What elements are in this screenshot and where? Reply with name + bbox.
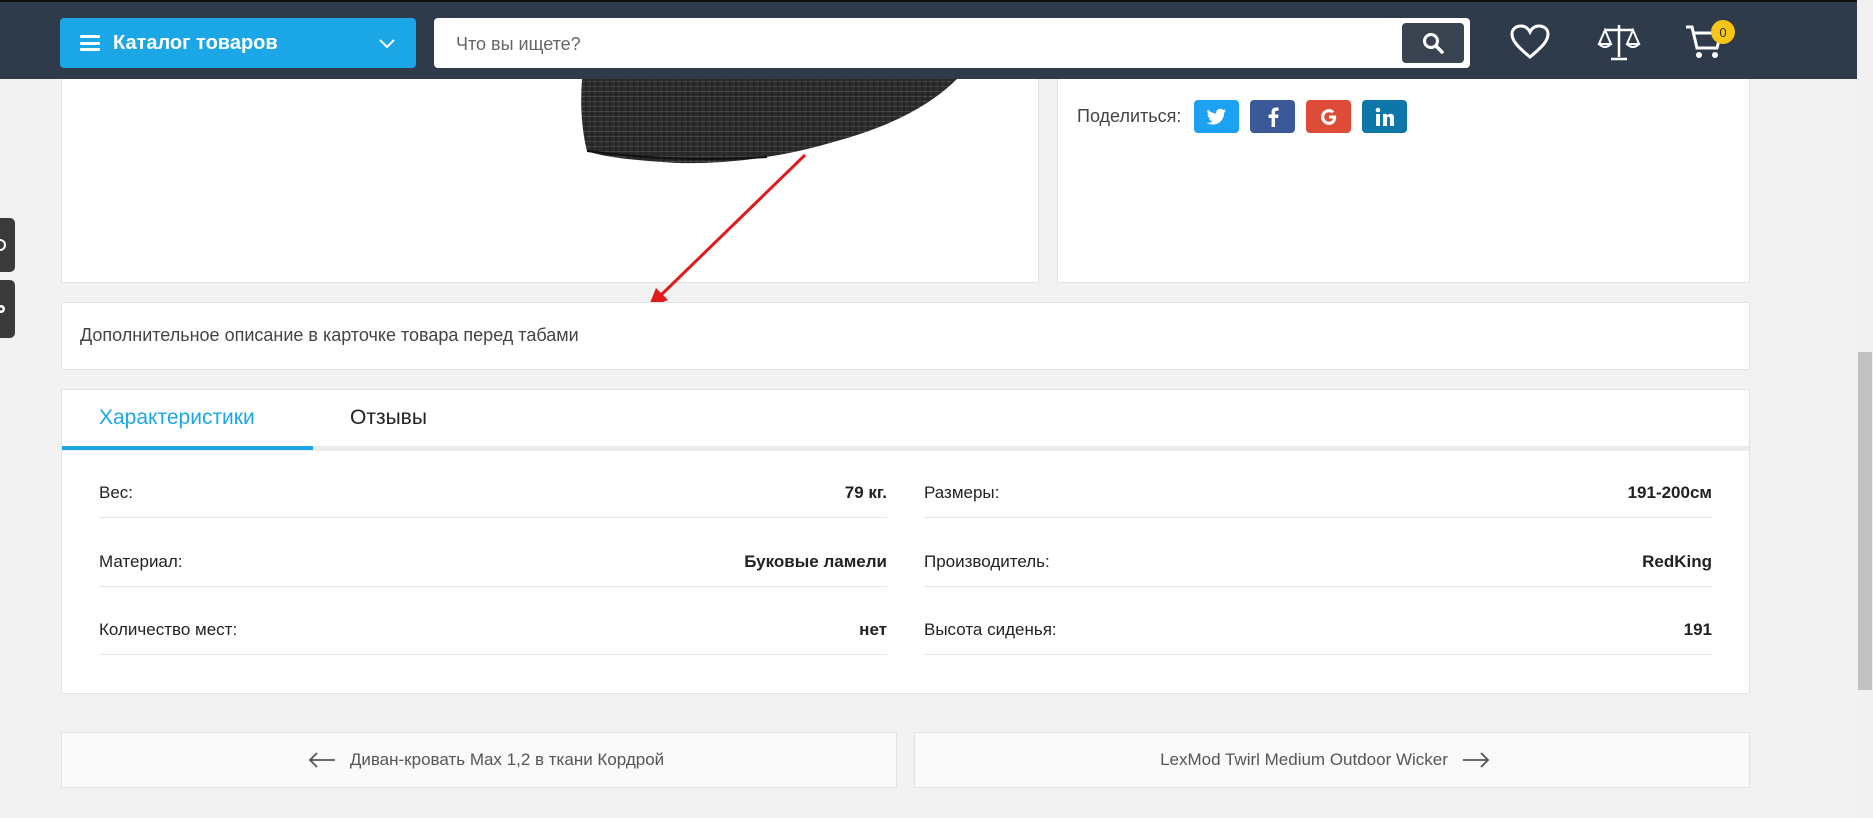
extra-description-text: Дополнительное описание в карточке товар… bbox=[80, 325, 579, 345]
search-button[interactable] bbox=[1402, 23, 1464, 63]
spec-value: 191 bbox=[1683, 620, 1712, 639]
spec-name: Количество мест: bbox=[99, 620, 238, 639]
spec-row-divider bbox=[99, 586, 887, 587]
annotation-arrow bbox=[648, 153, 807, 308]
spec-row-divider bbox=[99, 654, 887, 655]
arrow-left-icon bbox=[308, 752, 335, 768]
gear-icon bbox=[0, 305, 5, 313]
tab-characteristics[interactable]: Характеристики bbox=[99, 406, 255, 430]
catalog-button[interactable]: Каталог товаров bbox=[60, 18, 416, 68]
product-image-card bbox=[61, 79, 1039, 283]
search-icon bbox=[1423, 33, 1444, 54]
search-input[interactable] bbox=[454, 18, 1358, 70]
linkedin-share-button[interactable] bbox=[1362, 100, 1407, 133]
linkedin-icon bbox=[1375, 107, 1394, 126]
cart-count-badge: 0 bbox=[1711, 20, 1735, 44]
spec-value: 191-200см bbox=[1627, 483, 1712, 502]
spec-name: Высота сиденья: bbox=[924, 620, 1057, 639]
facebook-share-button[interactable] bbox=[1250, 100, 1295, 133]
twitter-icon bbox=[1206, 108, 1226, 125]
compare-scales-icon[interactable] bbox=[1597, 22, 1641, 62]
share-label: Поделиться: bbox=[1077, 106, 1182, 126]
spec-value: RedKing bbox=[1642, 552, 1712, 571]
spec-name: Размеры: bbox=[924, 483, 1000, 502]
page-scrollbar[interactable] bbox=[1857, 0, 1873, 818]
prev-product-link[interactable]: Диван-кровать Max 1,2 в ткани Кордрой bbox=[61, 732, 897, 788]
menu-icon bbox=[80, 35, 100, 51]
spec-value: нет bbox=[859, 620, 887, 639]
spec-name: Производитель: bbox=[924, 552, 1050, 571]
tabs-card bbox=[61, 389, 1750, 694]
side-widget-tab[interactable] bbox=[0, 218, 15, 272]
spec-name: Материал: bbox=[99, 552, 183, 571]
spec-value: Буковые ламели bbox=[744, 552, 887, 571]
chevron-down-icon bbox=[379, 39, 395, 49]
heart-icon[interactable] bbox=[1510, 24, 1550, 60]
tab-reviews[interactable]: Отзывы bbox=[350, 406, 427, 430]
spec-value: 79 кг. bbox=[844, 483, 887, 502]
spec-row-divider bbox=[924, 586, 1712, 587]
spec-row-divider bbox=[99, 517, 887, 518]
prev-product-title: Диван-кровать Max 1,2 в ткани Кордрой bbox=[349, 750, 665, 769]
search-box bbox=[434, 18, 1470, 70]
spec-name: Вес: bbox=[99, 483, 134, 502]
spec-row-divider bbox=[924, 654, 1712, 655]
side-settings-tab[interactable] bbox=[0, 280, 15, 338]
spec-row-divider bbox=[924, 517, 1712, 518]
tabs-divider bbox=[62, 446, 1749, 451]
facebook-icon bbox=[1268, 107, 1279, 127]
google-icon bbox=[1320, 108, 1336, 125]
scrollbar-thumb[interactable] bbox=[1858, 352, 1872, 690]
next-product-title: LexMod Twirl Medium Outdoor Wicker bbox=[1160, 750, 1448, 769]
top-header: Каталог товаров 0 bbox=[0, 0, 1873, 79]
next-product-link[interactable]: LexMod Twirl Medium Outdoor Wicker bbox=[914, 732, 1750, 788]
active-tab-underline bbox=[62, 446, 313, 450]
catalog-label: Каталог товаров bbox=[113, 31, 278, 54]
twitter-share-button[interactable] bbox=[1194, 100, 1239, 133]
google-share-button[interactable] bbox=[1306, 100, 1351, 133]
arrow-right-icon bbox=[1462, 752, 1490, 768]
side-widget-icon bbox=[0, 239, 6, 251]
